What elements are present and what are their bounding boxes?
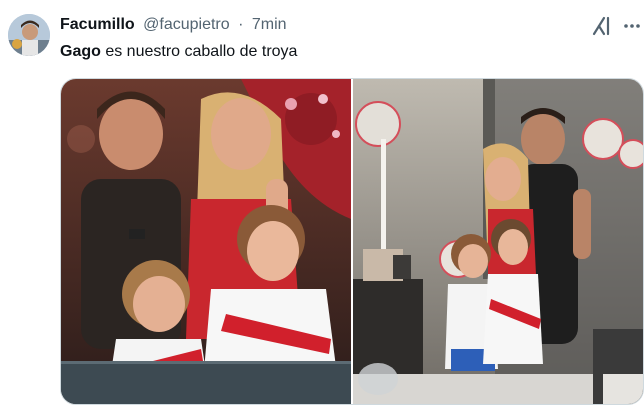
avatar-image [8,14,50,56]
avatar[interactable] [8,14,50,56]
grok-icon[interactable] [590,14,614,38]
tweet-header: Facumillo @facupietro · 7min [60,15,287,35]
separator-dot: · [238,16,244,33]
more-options-icon[interactable] [622,14,642,38]
tweet-text-rest: es nuestro caballo de troya [100,43,298,60]
family-photo-right[interactable] [353,79,643,404]
timestamp[interactable]: 7min [252,16,287,33]
family-photo-left[interactable] [61,79,351,404]
author-name[interactable]: Facumillo [60,16,135,33]
tweet[interactable]: Facumillo @facupietro · 7min Gago es nue… [0,0,644,409]
tweet-text: Gago es nuestro caballo de troya [60,42,297,62]
tweet-text-bold: Gago [60,43,101,60]
author-handle[interactable]: @facupietro [143,16,230,33]
media-grid [60,78,644,405]
